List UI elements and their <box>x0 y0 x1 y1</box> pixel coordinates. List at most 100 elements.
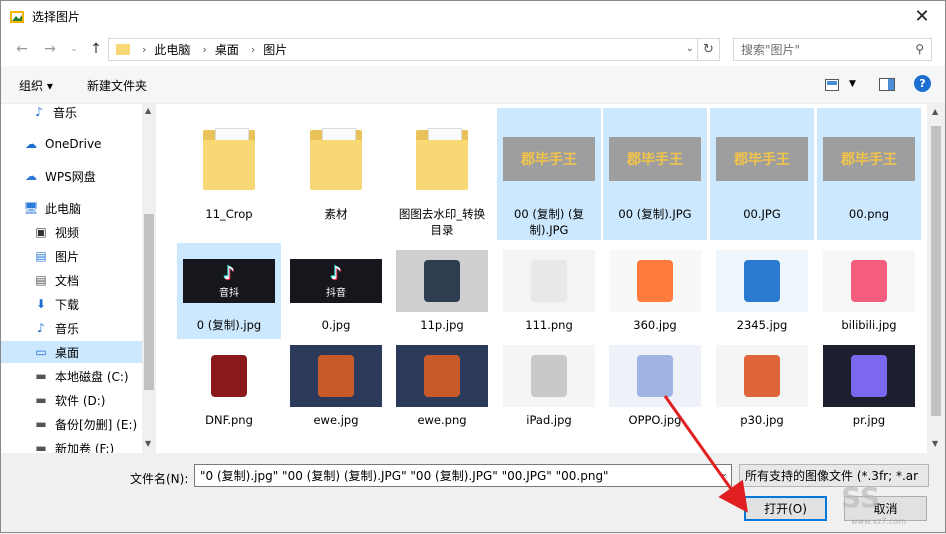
file-name: ewe.jpg <box>313 413 359 427</box>
sidebar-item-videos[interactable]: ▣ 视频 <box>33 221 156 243</box>
file-item[interactable]: ewe.jpg <box>284 338 388 434</box>
tiktok-logo-icon: ♪ <box>223 262 235 284</box>
file-list-scrollbar[interactable]: ▲ ▼ <box>927 104 945 453</box>
scrollbar-thumb[interactable] <box>931 126 941 416</box>
file-item[interactable]: 360.jpg <box>603 243 707 339</box>
sidebar-item-music[interactable]: ♪ 音乐 <box>33 317 156 339</box>
forward-button[interactable]: → <box>41 40 59 58</box>
sidebar-item-documents[interactable]: ▤ 文档 <box>33 269 156 291</box>
file-item[interactable]: DNF.png <box>177 338 281 434</box>
file-thumbnail <box>183 114 275 204</box>
image-preview: ♪ 抖音 <box>290 259 382 303</box>
scroll-up-icon[interactable]: ▲ <box>932 107 938 116</box>
file-item[interactable]: 郡毕手王 00.png <box>817 108 921 240</box>
file-thumbnail: 郡毕手王 <box>823 114 915 204</box>
file-item[interactable]: 素材 <box>284 108 388 240</box>
file-item[interactable]: 郡毕手王 00 (复制) (复制).JPG <box>497 108 601 240</box>
recent-locations-button[interactable]: ⌄ <box>65 40 83 58</box>
file-item[interactable]: p30.jpg <box>710 338 814 434</box>
sidebar-item-drive-d[interactable]: ▬ 软件 (D:) <box>33 389 156 411</box>
file-thumbnail: 郡毕手王 <box>503 114 595 204</box>
filename-input[interactable]: "0 (复制).jpg" "00 (复制) (复制).JPG" "00 (复制)… <box>194 464 732 487</box>
image-preview: 郡毕手王 <box>823 137 915 181</box>
address-dropdown-icon[interactable]: ⌄ <box>686 43 694 54</box>
sidebar-item-label: 新加卷 (F:) <box>55 441 115 454</box>
folder-icon <box>412 124 472 194</box>
refresh-icon: ↻ <box>703 42 714 57</box>
file-name: 00.png <box>848 207 890 221</box>
organize-menu[interactable]: 组织 ▾ <box>19 77 53 94</box>
address-bar[interactable]: › 此电脑 › 桌面 › 图片 ⌄ ↻ <box>108 38 720 61</box>
sidebar-item-music-quick[interactable]: ♪ 音乐 <box>31 104 156 123</box>
new-folder-button[interactable]: 新建文件夹 <box>87 77 147 94</box>
scrollbar-thumb[interactable] <box>144 214 154 390</box>
file-item[interactable]: 2345.jpg <box>710 243 814 339</box>
sidebar-item-onedrive[interactable]: ☁ OneDrive <box>23 133 156 155</box>
file-item[interactable]: OPPO.jpg <box>603 338 707 434</box>
sidebar-scrollbar[interactable]: ▲ ▼ <box>142 104 156 453</box>
scroll-down-icon[interactable]: ▼ <box>932 439 938 448</box>
file-thumbnail <box>183 344 275 408</box>
sidebar-item-label: 视频 <box>55 225 80 240</box>
sidebar-item-drive-e[interactable]: ▬ 备份[勿删] (E:) <box>33 413 156 435</box>
sidebar-item-desktop[interactable]: ▭ 桌面 <box>1 341 142 363</box>
close-button[interactable]: ✕ <box>899 1 945 32</box>
file-item[interactable]: 11_Crop <box>177 108 281 240</box>
file-thumbnail <box>290 344 382 408</box>
image-preview <box>183 345 275 407</box>
sidebar-item-downloads[interactable]: ⬇ 下载 <box>33 293 156 315</box>
view-dropdown-icon[interactable]: ▼ <box>849 79 856 89</box>
search-input[interactable]: 搜索"图片" ⚲ <box>733 38 932 61</box>
sidebar-item-wps-cloud[interactable]: ☁ WPS网盘 <box>23 165 156 187</box>
file-thumbnail <box>396 249 488 313</box>
file-item[interactable]: 图图去水印_转换目录 <box>390 108 494 240</box>
arrow-left-icon: ← <box>16 41 28 57</box>
file-item[interactable]: iPad.jpg <box>497 338 601 434</box>
sidebar-item-this-pc[interactable]: 🖥 此电脑 <box>23 197 156 219</box>
scroll-down-icon[interactable]: ▼ <box>145 439 151 448</box>
file-item[interactable]: 111.png <box>497 243 601 339</box>
title-bar: 选择图片 ✕ <box>1 1 945 32</box>
sidebar-item-label: 图片 <box>55 249 80 264</box>
file-thumbnail <box>716 344 808 408</box>
sidebar-item-drive-c[interactable]: ▬ 本地磁盘 (C:) <box>33 365 156 387</box>
sidebar-item-drive-f[interactable]: ▬ 新加卷 (F:) <box>33 437 156 453</box>
up-button[interactable]: ↑ <box>87 40 105 58</box>
chevron-down-icon[interactable]: ⌄ <box>720 469 728 479</box>
sidebar-item-label: 桌面 <box>55 345 80 360</box>
file-name: 111.png <box>525 318 573 332</box>
search-placeholder: 搜索"图片" <box>741 43 801 57</box>
sidebar-item-pictures[interactable]: ▤ 图片 <box>33 245 156 267</box>
pictures-icon: ▤ <box>35 249 47 263</box>
scroll-up-icon[interactable]: ▲ <box>145 106 151 115</box>
desktop-icon: ▭ <box>35 345 47 359</box>
file-item[interactable]: ewe.png <box>390 338 494 434</box>
file-item[interactable]: ♪ 抖音 0.jpg <box>284 243 388 339</box>
file-item[interactable]: ♪ 音抖 0 (复制).jpg <box>177 243 281 339</box>
image-preview <box>716 345 808 407</box>
sidebar-item-label: 此电脑 <box>45 201 82 216</box>
file-item[interactable]: pr.jpg <box>817 338 921 434</box>
cloud-icon: ☁ <box>25 137 37 151</box>
refresh-button[interactable]: ↻ <box>697 39 719 60</box>
image-preview: 郡毕手王 <box>716 137 808 181</box>
back-button[interactable]: ← <box>13 40 31 58</box>
file-item[interactable]: 郡毕手王 00 (复制).JPG <box>603 108 707 240</box>
breadcrumb-desktop[interactable]: 桌面 <box>215 41 239 58</box>
music-icon: ♪ <box>37 321 45 335</box>
breadcrumb-pictures[interactable]: 图片 <box>263 41 287 58</box>
preview-pane-icon[interactable] <box>879 78 895 91</box>
file-thumbnail: 郡毕手王 <box>716 114 808 204</box>
breadcrumb-this-pc[interactable]: 此电脑 <box>154 41 190 58</box>
file-item[interactable]: bilibili.jpg <box>817 243 921 339</box>
file-item[interactable]: 郡毕手王 00.JPG <box>710 108 814 240</box>
help-icon[interactable]: ? <box>914 75 931 92</box>
file-dialog: 选择图片 ✕ ← → ⌄ ↑ › 此电脑 › 桌面 › 图片 ⌄ ↻ 搜索"图片… <box>0 0 946 533</box>
image-preview: 郡毕手王 <box>609 137 701 181</box>
file-thumbnail: 郡毕手王 <box>609 114 701 204</box>
open-button[interactable]: 打开(O) <box>744 496 827 521</box>
file-list: 11_Crop 素材 图图去水印_转换目录 郡毕手王 00 (复制) (复制).JPG 郡… <box>157 104 927 453</box>
view-options-icon[interactable] <box>825 79 839 91</box>
file-item[interactable]: 11p.jpg <box>390 243 494 339</box>
search-icon: ⚲ <box>915 42 924 56</box>
